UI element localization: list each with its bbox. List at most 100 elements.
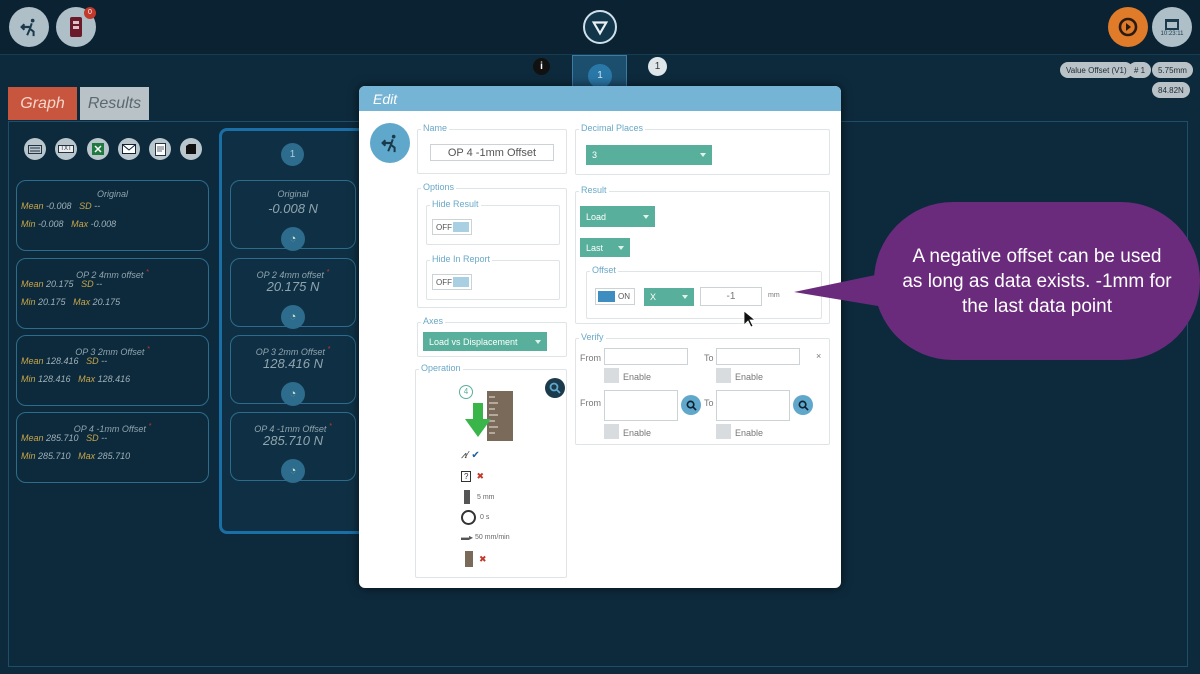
axes-legend: Axes xyxy=(421,316,446,326)
chart-thumb-icon[interactable]: ◔ xyxy=(281,382,305,406)
timer-icon xyxy=(461,510,476,525)
result-legend: Result xyxy=(579,185,609,195)
hide-report-toggle[interactable]: OFF xyxy=(432,274,472,290)
offset-legend: Offset xyxy=(590,265,618,275)
save-icon xyxy=(186,144,196,154)
close-icon[interactable]: × xyxy=(816,351,821,361)
axes-select[interactable]: Load vs Displacement xyxy=(423,332,547,351)
verify-to-input-1[interactable] xyxy=(716,348,800,365)
clock-text: 10:23:11 xyxy=(1160,31,1184,37)
summary-mean-row: Mean -0.008 SD -- xyxy=(21,201,101,211)
verify-group: Verify From To × Enable Enable From To E… xyxy=(575,332,830,445)
chart-thumb-icon[interactable]: ◔ xyxy=(281,227,305,251)
index-pill: # 1 xyxy=(1128,62,1152,78)
enable-label: Enable xyxy=(735,372,764,382)
verify-to-search-button[interactable] xyxy=(793,395,813,415)
result-type-select[interactable]: Load xyxy=(580,206,655,227)
from-label: From xyxy=(580,398,601,408)
name-legend: Name xyxy=(421,123,450,133)
v-logo-icon xyxy=(591,21,609,36)
summary-mean-row: Mean 128.416 SD -- xyxy=(21,356,108,366)
edit-dialog: Edit Name OP 4 -1mm Offset Decimal Place… xyxy=(359,86,841,588)
exit-run-icon xyxy=(20,18,35,37)
operation-search-button[interactable] xyxy=(545,378,565,398)
export-excel-button[interactable] xyxy=(87,138,109,160)
enable-checkbox-4[interactable] xyxy=(716,424,731,439)
report-button[interactable] xyxy=(149,138,171,160)
stage-tile[interactable]: 1 xyxy=(572,55,627,88)
name-input[interactable]: OP 4 -1mm Offset xyxy=(430,144,554,161)
verify-from-input-1[interactable] xyxy=(604,348,688,365)
stage-next-badge[interactable]: 1 xyxy=(648,57,667,76)
decimal-places-legend: Decimal Places xyxy=(579,123,646,133)
summary-card[interactable]: OP 2 4mm offset * Mean 20.175 SD -- Min … xyxy=(16,258,209,329)
offset-axis-select[interactable]: X xyxy=(644,288,694,306)
compression-arrow-icon xyxy=(465,391,513,441)
enable-checkbox-2[interactable] xyxy=(716,368,731,383)
to-label: To xyxy=(704,353,714,363)
enable-checkbox-1[interactable] xyxy=(604,368,619,383)
decimal-places-select[interactable]: 3 xyxy=(586,145,712,165)
keyboard-button[interactable] xyxy=(24,138,46,160)
operation-legend: Operation xyxy=(419,363,463,373)
hide-result-toggle[interactable]: OFF xyxy=(432,219,472,235)
run-test-button[interactable] xyxy=(1108,7,1148,47)
logo-button[interactable] xyxy=(583,10,617,44)
operation-group: Operation 4 ⩘⁄ ✔ ? ✖ 5 mm 0 s ▬▸ 50 mm/min … xyxy=(415,363,567,578)
annotation-callout: A negative offset can be used as long as… xyxy=(874,202,1200,360)
hide-report-legend: Hide In Report xyxy=(430,254,493,264)
column-number: 1 xyxy=(281,143,304,166)
value-card[interactable]: OP 3 2mm Offset * 128.416 N ◔ xyxy=(230,335,356,406)
specimen-icon xyxy=(465,551,473,567)
operation-type-icon xyxy=(370,123,410,163)
summary-minmax-row: Min 128.416 Max 128.416 xyxy=(21,374,131,384)
name-group: Name OP 4 -1mm Offset xyxy=(417,123,567,174)
verify-legend: Verify xyxy=(579,332,606,342)
stage-info-badge[interactable]: i xyxy=(533,58,550,75)
excel-icon xyxy=(92,143,104,155)
verify-from-input-2[interactable] xyxy=(604,390,678,421)
summary-mean-row: Mean 285.710 SD -- xyxy=(21,433,108,443)
axes-group: Axes Load vs Displacement xyxy=(417,316,567,357)
save-button[interactable] xyxy=(180,138,202,160)
value-text: 285.710 N xyxy=(263,433,323,448)
email-button[interactable] xyxy=(118,138,140,160)
exit-button[interactable] xyxy=(9,7,49,47)
to-label: To xyxy=(704,398,714,408)
enable-checkbox-3[interactable] xyxy=(604,424,619,439)
summary-mean-row: Mean 20.175 SD -- xyxy=(21,279,103,289)
value-title: Original xyxy=(277,189,309,199)
stage-number: 1 xyxy=(588,64,612,88)
op-row: 5 mm xyxy=(464,490,495,504)
offset-value-input[interactable]: -1 xyxy=(700,287,762,306)
export-txt-button[interactable]: TXT xyxy=(55,138,77,160)
summary-card[interactable]: OP 4 -1mm Offset * Mean 285.710 SD -- Mi… xyxy=(16,412,209,483)
summary-card[interactable]: OP 3 2mm Offset * Mean 128.416 SD -- Min… xyxy=(16,335,209,406)
force-pill: 84.82N xyxy=(1152,82,1190,98)
value-card[interactable]: OP 2 4mm offset * 20.175 N ◔ xyxy=(230,258,356,329)
value-offset-pill: Value Offset (V1) xyxy=(1060,62,1133,78)
offset-toggle[interactable]: ON xyxy=(595,288,635,305)
tab-results[interactable]: Results xyxy=(80,87,149,120)
hide-report-group: Hide In Report OFF xyxy=(426,254,560,300)
chart-thumb-icon[interactable]: ◔ xyxy=(281,305,305,329)
chart-thumb-icon[interactable]: ◔ xyxy=(281,459,305,483)
op-row: ✖ xyxy=(465,551,487,567)
value-card[interactable]: OP 4 -1mm Offset * 285.710 N ◔ xyxy=(230,412,356,483)
result-position-select[interactable]: Last xyxy=(580,238,630,257)
displacement-pill: 5.75mm xyxy=(1152,62,1193,78)
verify-from-search-button[interactable] xyxy=(681,395,701,415)
notification-badge: 0 xyxy=(84,7,96,19)
battery-icon xyxy=(70,17,82,37)
calendar-button[interactable]: 10:23:11 xyxy=(1152,7,1192,47)
value-card[interactable]: Original -0.008 N ◔ xyxy=(230,180,356,251)
value-text: 20.175 N xyxy=(266,279,320,294)
summary-card[interactable]: Original Mean -0.008 SD -- Min -0.008 Ma… xyxy=(16,180,209,251)
speed-icon: ▬▸ xyxy=(461,533,474,542)
keyboard-icon xyxy=(28,144,42,154)
tab-graph[interactable]: Graph xyxy=(8,87,77,120)
verify-to-input-2[interactable] xyxy=(716,390,790,421)
op-row: ? ✖ xyxy=(461,471,484,482)
op-row: ⩘⁄ ✔ xyxy=(461,450,480,461)
calendar-icon xyxy=(1165,19,1179,30)
